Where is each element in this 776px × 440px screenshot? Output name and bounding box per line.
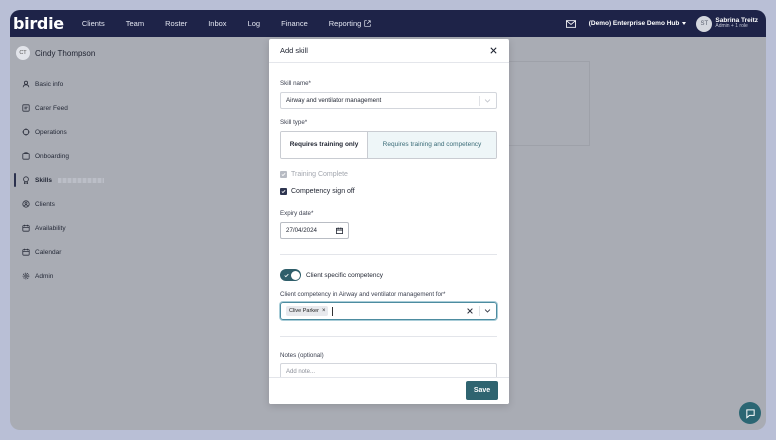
gear-icon xyxy=(22,272,30,280)
blurred-text xyxy=(57,177,104,183)
calendar-icon xyxy=(22,248,30,256)
skills-icon xyxy=(23,176,29,184)
modal-title: Add skill xyxy=(280,46,308,55)
top-navigation: birdie Clients Team Roster Inbox Log Fin… xyxy=(10,10,766,37)
mail-icon[interactable] xyxy=(565,19,576,28)
checkbox-checked-icon xyxy=(280,171,287,178)
sidebar-item-admin[interactable]: Admin xyxy=(10,264,110,288)
calendar-icon xyxy=(22,224,30,232)
sidebar-item-operations[interactable]: Operations xyxy=(10,120,110,144)
check-icon xyxy=(284,273,289,277)
training-complete-checkbox[interactable]: Training Complete xyxy=(280,171,348,178)
profile-header: CT Cindy Thompson xyxy=(16,46,110,60)
competency-sign-off-checkbox[interactable]: Competency sign off xyxy=(280,188,355,195)
app-window: birdie Clients Team Roster Inbox Log Fin… xyxy=(10,10,766,430)
skill-name-value: Airway and ventilator management xyxy=(286,97,382,104)
nav-item-roster[interactable]: Roster xyxy=(165,19,187,28)
sidebar-item-onboarding[interactable]: Onboarding xyxy=(10,144,110,168)
divider xyxy=(280,336,497,337)
text-cursor xyxy=(332,306,334,316)
expiry-date-value: 27/04/2024 xyxy=(286,227,317,234)
chat-icon xyxy=(745,408,755,419)
training-complete-label: Training Complete xyxy=(291,171,348,178)
skill-type-training-and-competency[interactable]: Requires training and competency xyxy=(368,132,496,158)
person-icon xyxy=(22,80,30,88)
competency-sign-off-label: Competency sign off xyxy=(291,188,355,195)
expiry-date-label: Expiry date* xyxy=(280,210,314,217)
notes-label: Notes (optional) xyxy=(280,352,324,359)
chevron-down-icon[interactable] xyxy=(484,308,491,314)
select-divider xyxy=(479,96,480,106)
select-divider xyxy=(479,306,480,316)
skill-type-toggle: Requires training only Requires training… xyxy=(280,131,497,159)
user-info[interactable]: Sabrina Treitz Admin + 1 role xyxy=(715,17,758,30)
sidebar-item-calendar[interactable]: Calendar xyxy=(10,240,110,264)
skill-name-select[interactable]: Airway and ventilator management xyxy=(280,92,497,109)
carer-name: Cindy Thompson xyxy=(35,48,96,58)
nav-item-team[interactable]: Team xyxy=(126,19,144,28)
client-chip: Clive Parker × xyxy=(286,306,329,316)
client-specific-toggle-row[interactable]: Client specific competency xyxy=(280,269,383,281)
clients-icon xyxy=(22,200,30,208)
expiry-date-input[interactable]: 27/04/2024 xyxy=(280,222,349,239)
operations-icon xyxy=(22,128,30,136)
org-selector[interactable]: (Demo) Enterprise Demo Hub xyxy=(589,20,687,27)
save-button[interactable]: Save xyxy=(466,381,498,400)
feed-icon xyxy=(22,104,30,112)
nav-items: Clients Team Roster Inbox Log Finance Re… xyxy=(82,19,392,28)
external-link-icon xyxy=(364,20,371,27)
checkbox-checked-icon xyxy=(280,188,287,195)
calendar-icon[interactable] xyxy=(336,227,343,234)
clear-icon[interactable] xyxy=(466,307,474,315)
divider xyxy=(280,254,497,255)
sidebar-item-skills[interactable]: Skills xyxy=(10,168,110,192)
client-chip-label: Clive Parker xyxy=(289,308,319,314)
nav-item-inbox[interactable]: Inbox xyxy=(208,19,226,28)
sidebar-item-carer-feed[interactable]: Carer Feed xyxy=(10,96,110,120)
sidebar-item-basic-info[interactable]: Basic info xyxy=(10,72,110,96)
client-specific-toggle[interactable] xyxy=(280,269,301,281)
sidebar-item-clients[interactable]: Clients xyxy=(10,192,110,216)
chevron-down-icon[interactable] xyxy=(484,98,491,104)
user-avatar[interactable]: ST xyxy=(696,15,713,32)
skill-type-training-only[interactable]: Requires training only xyxy=(281,132,368,158)
modal-header: Add skill xyxy=(269,39,509,63)
chat-support-button[interactable] xyxy=(739,402,761,424)
sidebar: CT Cindy Thompson Basic info Carer Feed … xyxy=(10,37,110,430)
toggle-knob xyxy=(290,270,300,280)
carer-avatar: CT xyxy=(16,46,30,60)
nav-item-clients[interactable]: Clients xyxy=(82,19,105,28)
chevron-down-icon xyxy=(682,22,687,25)
birdie-logo[interactable]: birdie xyxy=(13,14,64,33)
sidebar-menu: Basic info Carer Feed Operations Onboard… xyxy=(10,72,110,288)
skill-type-label: Skill type* xyxy=(280,119,308,126)
nav-item-finance[interactable]: Finance xyxy=(281,19,308,28)
client-specific-label: Client specific competency xyxy=(306,271,383,279)
user-role: Admin + 1 role xyxy=(715,23,748,30)
remove-chip-icon[interactable]: × xyxy=(322,308,326,314)
close-icon[interactable] xyxy=(489,46,498,55)
skill-name-label: Skill name* xyxy=(280,80,311,87)
sidebar-item-availability[interactable]: Availability xyxy=(10,216,110,240)
nav-item-log[interactable]: Log xyxy=(248,19,261,28)
nav-right: (Demo) Enterprise Demo Hub ST Sabrina Tr… xyxy=(565,10,766,37)
add-skill-modal: Add skill Skill name* Airway and ventila… xyxy=(269,39,509,404)
client-competency-label: Client competency in Airway and ventilat… xyxy=(280,291,446,298)
onboarding-icon xyxy=(22,152,30,160)
modal-footer: Save xyxy=(269,377,509,404)
background-card xyxy=(509,61,590,146)
nav-item-reporting[interactable]: Reporting xyxy=(329,19,372,28)
client-multi-select[interactable]: Clive Parker × xyxy=(280,302,497,320)
